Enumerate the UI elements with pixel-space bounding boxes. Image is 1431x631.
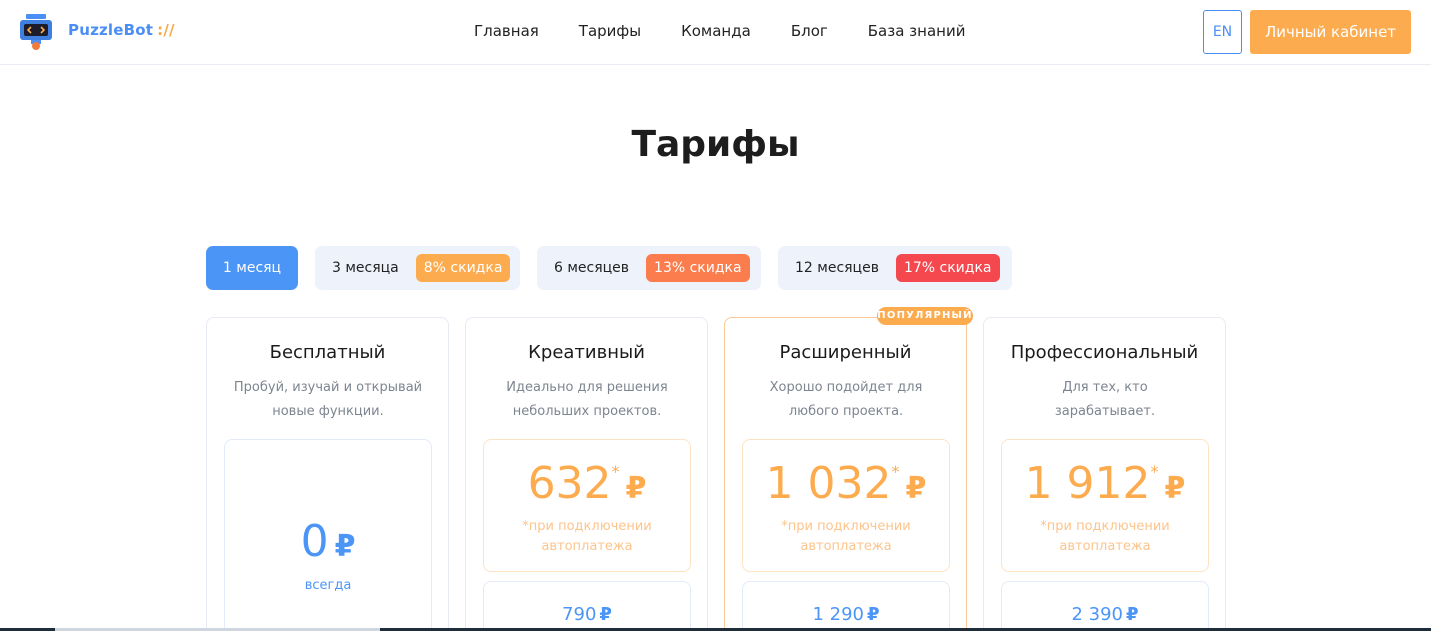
regular-price: 2 390 ₽ — [1071, 604, 1139, 625]
ruble-icon: ₽ — [905, 471, 927, 506]
page-title: Тарифы — [631, 124, 800, 165]
discount-badge: 17% скидка — [895, 254, 1000, 282]
nav-blog[interactable]: Блог — [791, 22, 828, 40]
ruble-icon: ₽ — [599, 604, 612, 625]
autopay-price-box: 1 032* ₽ *при подключении автоплатежа — [742, 439, 950, 572]
nav-knowledge-base[interactable]: База знаний — [868, 22, 966, 40]
popular-badge: ПОПУЛЯРНЫЙ — [877, 307, 973, 325]
tab-label: 6 месяцев — [554, 260, 630, 276]
ruble-icon: ₽ — [1164, 471, 1186, 506]
tab-12-months[interactable]: 12 месяцев 17% скидка — [778, 246, 1012, 290]
plan-description: Идеально для решения небольших проектов. — [506, 380, 668, 419]
plan-price: 632* ₽ — [527, 458, 647, 509]
brand-name[interactable]: PuzzleBot:// — [68, 21, 175, 39]
tab-label: 12 месяцев — [795, 260, 879, 276]
price-note: *при подключении автоплатежа — [1040, 519, 1170, 554]
plan-description: Хорошо подойдет для любого проекта. — [769, 380, 923, 419]
plan-card-extended: Расширенный Хорошо подойдет для любого п… — [724, 317, 967, 631]
plan-title: Профессиональный — [1010, 342, 1199, 363]
ruble-icon: ₽ — [1126, 604, 1139, 625]
plan-description: Пробуй, изучай и открывай новые функции. — [233, 380, 423, 419]
plan-price: 0 ₽ — [300, 516, 356, 567]
plan-title: Бесплатный — [269, 342, 386, 363]
site-header: PuzzleBot:// Главная Тарифы Команда Блог… — [0, 0, 1431, 65]
language-button[interactable]: EN — [1203, 10, 1242, 54]
ruble-icon: ₽ — [625, 471, 647, 506]
regular-price: 1 290 ₽ — [812, 604, 880, 625]
nav-tariffs[interactable]: Тарифы — [579, 22, 641, 40]
plan-price: 1 032* ₽ — [765, 458, 927, 509]
autopay-price-box: 1 912* ₽ *при подключении автоплатежа — [1001, 439, 1209, 572]
tab-label: 3 месяца — [332, 260, 399, 276]
plan-title: Креативный — [528, 342, 645, 363]
regular-price-box: 2 390 ₽ — [1001, 581, 1209, 631]
plan-description: Для тех, кто зарабатывает. — [1054, 380, 1156, 419]
puzzlebot-logo-icon[interactable] — [20, 14, 52, 50]
ruble-icon: ₽ — [867, 604, 880, 625]
plan-card-free: Бесплатный Пробуй, изучай и открывай нов… — [206, 317, 449, 631]
regular-price-box: 790 ₽ — [483, 581, 691, 631]
personal-cabinet-button[interactable]: Личный кабинет — [1250, 10, 1411, 54]
regular-price-box: 1 290 ₽ — [742, 581, 950, 631]
price-box: 0 ₽ всегда — [224, 439, 432, 631]
ruble-icon: ₽ — [334, 529, 356, 564]
nav-team[interactable]: Команда — [681, 22, 751, 40]
plan-card-creative: Креативный Идеально для решения небольши… — [465, 317, 708, 631]
main-nav: Главная Тарифы Команда Блог База знаний — [474, 22, 1005, 40]
nav-home[interactable]: Главная — [474, 22, 539, 40]
price-note: *при подключении автоплатежа — [522, 519, 652, 554]
tab-1-month[interactable]: 1 месяц — [206, 246, 298, 290]
price-note: всегда — [304, 578, 352, 593]
regular-price: 790 ₽ — [562, 604, 612, 625]
price-note: *при подключении автоплатежа — [781, 519, 911, 554]
plan-title: Расширенный — [779, 342, 912, 363]
plan-price: 1 912* ₽ — [1024, 458, 1186, 509]
autopay-price-box: 632* ₽ *при подключении автоплатежа — [483, 439, 691, 572]
tab-3-months[interactable]: 3 месяца 8% скидка — [315, 246, 520, 290]
tab-label: 1 месяц — [222, 260, 282, 276]
discount-badge: 8% скидка — [415, 254, 511, 282]
plan-card-professional: Профессиональный Для тех, кто зарабатыва… — [983, 317, 1226, 631]
discount-badge: 13% скидка — [646, 254, 750, 282]
tab-6-months[interactable]: 6 месяцев 13% скидка — [537, 246, 761, 290]
